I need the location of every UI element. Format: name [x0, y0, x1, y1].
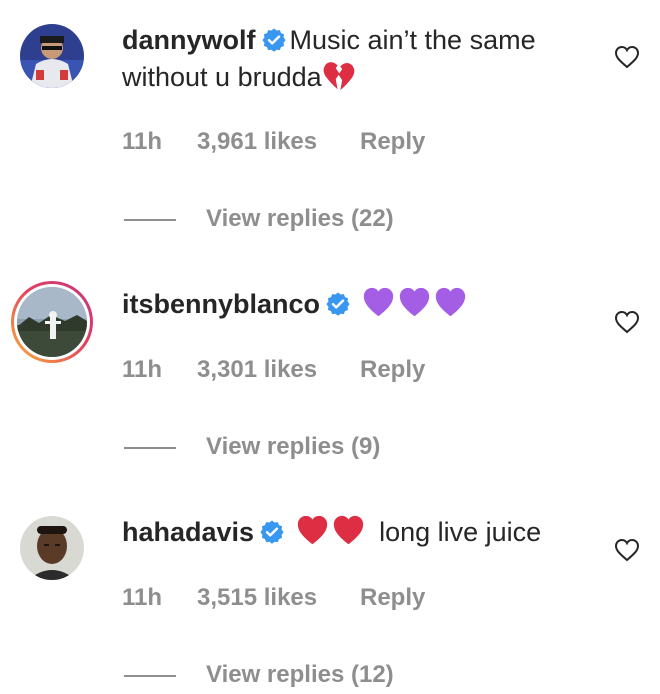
purple-heart-icon: [435, 287, 465, 317]
username[interactable]: hahadavis: [122, 517, 254, 547]
comment-text: itsbennyblanco: [122, 286, 592, 323]
timestamp[interactable]: 11h: [122, 584, 197, 612]
heart-outline-icon[interactable]: [614, 538, 640, 562]
comment-body: long live juice: [379, 517, 542, 547]
avatar: [17, 287, 87, 357]
purple-heart-icon: [399, 287, 429, 317]
verified-badge-icon: [261, 28, 286, 52]
reply-button[interactable]: Reply: [360, 128, 425, 156]
broken-heart-icon: [323, 62, 354, 91]
comment-meta: 11h 3,301 likes Reply: [122, 356, 425, 384]
comment-meta: 11h 3,961 likes Reply: [122, 128, 425, 156]
story-ring[interactable]: [11, 281, 93, 363]
username[interactable]: dannywolf: [122, 25, 256, 55]
reply-button[interactable]: Reply: [360, 356, 425, 384]
avatar[interactable]: [20, 24, 84, 88]
red-heart-icon: [297, 515, 327, 545]
view-replies-label: View replies (9): [206, 433, 381, 460]
heart-outline-icon[interactable]: [614, 310, 640, 334]
comment-text: hahadavis long live juice: [122, 514, 592, 551]
view-replies-button[interactable]: View replies (22): [124, 205, 394, 233]
view-replies-button[interactable]: View replies (9): [124, 433, 380, 461]
view-replies-button[interactable]: View replies (12): [124, 661, 394, 689]
timestamp[interactable]: 11h: [122, 128, 197, 156]
replies-divider: [124, 446, 176, 449]
replies-divider: [124, 218, 176, 221]
avatar[interactable]: [20, 516, 84, 580]
likes-count[interactable]: 3,515 likes: [197, 584, 360, 612]
heart-outline-icon[interactable]: [614, 45, 640, 69]
timestamp[interactable]: 11h: [122, 356, 197, 384]
comment-text: dannywolf Music ain’t the same without u …: [122, 22, 592, 96]
verified-badge-icon: [260, 520, 284, 544]
replies-divider: [124, 674, 176, 677]
red-heart-icon: [333, 515, 363, 545]
username[interactable]: itsbennyblanco: [122, 289, 320, 319]
view-replies-label: View replies (12): [206, 661, 394, 688]
likes-count[interactable]: 3,301 likes: [197, 356, 360, 384]
verified-badge-icon: [326, 292, 350, 316]
purple-heart-icon: [363, 287, 393, 317]
likes-count[interactable]: 3,961 likes: [197, 128, 360, 156]
reply-button[interactable]: Reply: [360, 584, 425, 612]
comment-meta: 11h 3,515 likes Reply: [122, 584, 425, 612]
view-replies-label: View replies (22): [206, 205, 394, 232]
